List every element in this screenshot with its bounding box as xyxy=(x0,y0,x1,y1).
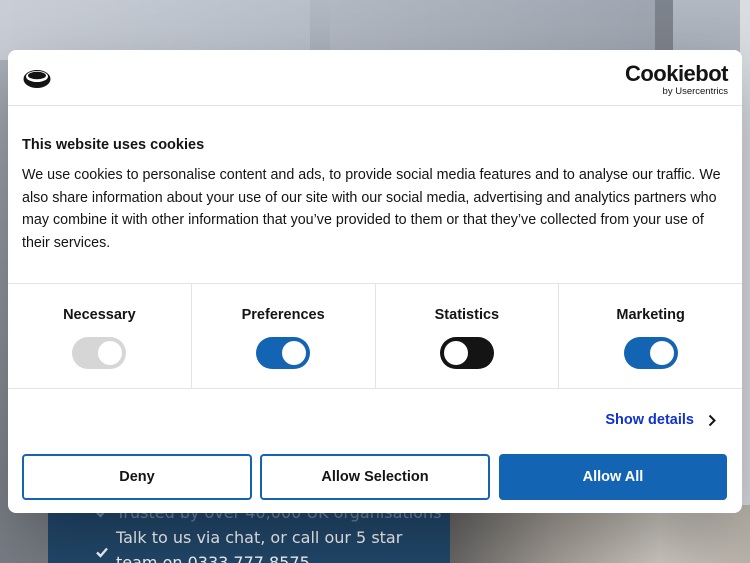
cookie-icon xyxy=(23,70,51,88)
toggle-knob xyxy=(649,341,674,365)
category-label: Necessary xyxy=(63,307,136,323)
show-details-link[interactable]: Show details xyxy=(605,412,716,428)
dialog-description: We use cookies to personalise content an… xyxy=(22,167,721,251)
statistics-toggle[interactable] xyxy=(439,337,494,369)
toggle-knob xyxy=(443,341,468,365)
dialog-header: Cookiebot by Usercentrics xyxy=(8,50,742,106)
category-preferences: Preferences xyxy=(192,284,376,388)
chevron-right-icon xyxy=(708,414,716,426)
category-marketing: Marketing xyxy=(559,284,742,388)
category-label: Statistics xyxy=(434,307,500,323)
cookie-consent-dialog: Cookiebot by Usercentrics This website u… xyxy=(8,50,742,513)
preferences-toggle[interactable] xyxy=(256,337,311,369)
category-necessary: Necessary xyxy=(8,284,192,388)
brand-name: Cookiebot xyxy=(624,61,729,86)
check-icon xyxy=(96,547,108,558)
promo-line: team on 0333 777 8575 xyxy=(116,553,310,563)
promo-panel: Trusted by over 40,000 UK organisations … xyxy=(48,503,450,563)
cookiebot-logo[interactable]: Cookiebot by Usercentrics xyxy=(624,61,729,98)
necessary-toggle xyxy=(72,337,127,369)
allow-selection-button[interactable]: Allow Selection xyxy=(260,454,490,500)
category-label: Marketing xyxy=(616,307,685,323)
marketing-toggle[interactable] xyxy=(623,337,678,369)
brand-subtitle: by Usercentrics xyxy=(662,86,728,97)
toggle-knob xyxy=(282,341,307,365)
show-details-label: Show details xyxy=(605,412,694,428)
dialog-title: This website uses cookies xyxy=(22,137,205,153)
cookie-categories: Necessary Preferences Statistics Marketi… xyxy=(8,283,742,389)
category-label: Preferences xyxy=(241,307,325,323)
allow-all-button[interactable]: Allow All xyxy=(499,454,727,500)
background-photo xyxy=(450,505,750,563)
category-statistics: Statistics xyxy=(376,284,560,388)
deny-button[interactable]: Deny xyxy=(22,454,252,500)
toggle-knob xyxy=(98,341,123,365)
promo-line: Talk to us via chat, or call our 5 star xyxy=(116,528,403,547)
